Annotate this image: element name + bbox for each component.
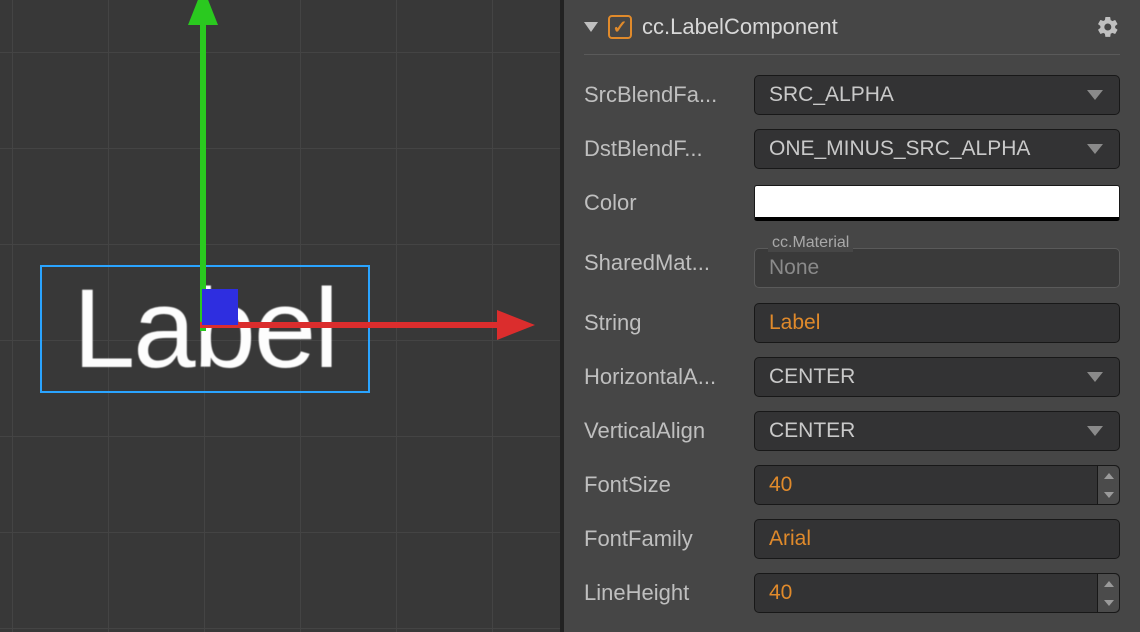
y-axis-handle[interactable]: [200, 21, 206, 331]
prop-font-size: FontSize 40: [584, 463, 1120, 507]
number-stepper[interactable]: [1097, 466, 1119, 504]
src-blend-factor-select[interactable]: SRC_ALPHA: [754, 75, 1120, 115]
asset-type-legend: cc.Material: [768, 234, 853, 252]
component-title: cc.LabelComponent: [642, 14, 1086, 40]
prop-dst-blend-factor: DstBlendF... ONE_MINUS_SRC_ALPHA: [584, 127, 1120, 171]
prop-label: VerticalAlign: [584, 418, 754, 444]
select-value: CENTER: [769, 419, 855, 443]
prop-font-family: FontFamily Arial: [584, 517, 1120, 561]
prop-vertical-align: VerticalAlign CENTER: [584, 409, 1120, 453]
vertical-align-select[interactable]: CENTER: [754, 411, 1120, 451]
prop-label: Color: [584, 190, 754, 216]
y-axis-arrow-icon[interactable]: [188, 0, 218, 25]
select-value: SRC_ALPHA: [769, 83, 894, 107]
prop-label: FontFamily: [584, 526, 754, 552]
gear-icon[interactable]: [1096, 15, 1120, 39]
prop-color: Color: [584, 181, 1120, 225]
stepper-up-icon[interactable]: [1098, 466, 1119, 485]
component-header: ✓ cc.LabelComponent: [584, 14, 1120, 55]
chevron-down-icon: [1087, 90, 1103, 100]
input-value: 40: [769, 473, 792, 497]
prop-line-height: LineHeight 40: [584, 571, 1120, 615]
input-value: Label: [769, 311, 820, 335]
font-family-input[interactable]: Arial: [754, 519, 1120, 559]
collapse-toggle-icon[interactable]: [584, 22, 598, 32]
x-axis-handle[interactable]: [200, 322, 500, 328]
prop-label: String: [584, 310, 754, 336]
string-input[interactable]: Label: [754, 303, 1120, 343]
inspector-panel: ✓ cc.LabelComponent SrcBlendFa... SRC_AL…: [560, 0, 1140, 632]
prop-string: String Label: [584, 301, 1120, 345]
stepper-down-icon[interactable]: [1098, 593, 1119, 612]
prop-label: SrcBlendFa...: [584, 82, 754, 108]
scene-viewport[interactable]: Label: [0, 0, 560, 632]
input-value: 40: [769, 581, 792, 605]
chevron-down-icon: [1087, 144, 1103, 154]
stepper-up-icon[interactable]: [1098, 574, 1119, 593]
asset-value: None: [769, 256, 819, 280]
font-size-input[interactable]: 40: [754, 465, 1120, 505]
dst-blend-factor-select[interactable]: ONE_MINUS_SRC_ALPHA: [754, 129, 1120, 169]
number-stepper[interactable]: [1097, 574, 1119, 612]
x-axis-arrow-icon[interactable]: [497, 310, 535, 340]
select-value: ONE_MINUS_SRC_ALPHA: [769, 137, 1030, 161]
select-value: CENTER: [769, 365, 855, 389]
prop-label: LineHeight: [584, 580, 754, 606]
stepper-down-icon[interactable]: [1098, 485, 1119, 504]
chevron-down-icon: [1087, 372, 1103, 382]
check-icon: ✓: [612, 18, 627, 36]
prop-shared-material: SharedMat... cc.Material None: [584, 235, 1120, 291]
prop-horizontal-align: HorizontalA... CENTER: [584, 355, 1120, 399]
component-enabled-checkbox[interactable]: ✓: [608, 15, 632, 39]
prop-label: SharedMat...: [584, 250, 754, 276]
prop-label: HorizontalA...: [584, 364, 754, 390]
chevron-down-icon: [1087, 426, 1103, 436]
line-height-input[interactable]: 40: [754, 573, 1120, 613]
prop-label: DstBlendF...: [584, 136, 754, 162]
input-value: Arial: [769, 527, 811, 551]
horizontal-align-select[interactable]: CENTER: [754, 357, 1120, 397]
prop-src-blend-factor: SrcBlendFa... SRC_ALPHA: [584, 73, 1120, 117]
prop-label: FontSize: [584, 472, 754, 498]
gizmo-center-handle[interactable]: [202, 289, 238, 325]
shared-material-asset-field[interactable]: cc.Material None: [754, 238, 1120, 288]
color-picker[interactable]: [754, 185, 1120, 221]
